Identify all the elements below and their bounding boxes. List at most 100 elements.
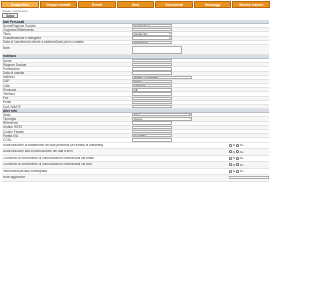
field-value: Attivo <box>132 113 269 117</box>
select-field[interactable] <box>132 36 172 40</box>
field-value: GE <box>132 88 269 92</box>
select-field[interactable]: Gentile Sig. <box>132 32 172 36</box>
radio-no[interactable] <box>236 150 239 154</box>
tab-messaggi[interactable]: Messaggi <box>193 1 232 8</box>
consent-options: Si No <box>229 163 269 167</box>
form-row: Note <box>2 44 269 55</box>
tab-eventi[interactable]: Eventi <box>78 1 116 8</box>
field-value <box>132 104 269 109</box>
field-value <box>132 28 269 32</box>
text-input[interactable]: 01234567 <box>132 134 172 138</box>
radio-si[interactable] <box>229 156 232 160</box>
field-value <box>132 125 269 130</box>
field-label: Note <box>3 45 10 50</box>
textarea-field[interactable] <box>132 45 182 54</box>
text-input[interactable]: Zucchi Marco <box>132 23 172 28</box>
field-value <box>132 121 269 125</box>
field-value: 16128 <box>132 79 269 84</box>
consent-rows: Autorizzazione al trattamento dei dati p… <box>2 143 269 182</box>
field-value <box>132 92 269 96</box>
radio-no[interactable] <box>236 143 239 147</box>
field-value: 29/04/2013 <box>132 40 269 45</box>
radio-label: Si <box>232 169 236 174</box>
text-input[interactable] <box>132 121 172 125</box>
text-input[interactable]: GENOVA <box>132 83 172 88</box>
tab-documenti[interactable]: Documenti <box>155 1 193 8</box>
radio-no[interactable] <box>236 169 239 173</box>
text-input[interactable] <box>132 92 172 96</box>
consent-options <box>229 176 269 180</box>
field-value <box>132 45 269 54</box>
field-value: Cliente <box>132 117 269 121</box>
field-value <box>132 67 269 71</box>
text-input[interactable]: Strada ...e Mirabilia <box>132 75 192 79</box>
text-input[interactable] <box>132 63 172 67</box>
consent-label: Consenso al ricevimento di comunicazioni… <box>3 156 94 160</box>
tab-bar: Anagrafica Gruppi contatti Eventi Sms Do… <box>1 1 271 8</box>
consent-options: Si No <box>229 143 269 147</box>
radio-label: Si <box>232 156 236 161</box>
address-rows: Nome Ragione Sociale Professione Data di na… <box>2 58 269 110</box>
radio-label: No <box>239 156 244 161</box>
consent-options: Si No <box>229 150 269 154</box>
consent-label: Note aggiuntive <box>3 176 26 180</box>
text-input[interactable] <box>132 129 172 134</box>
field-label: CCNL <box>3 137 12 142</box>
text-input[interactable] <box>132 67 172 71</box>
text-input[interactable] <box>132 58 172 63</box>
text-input[interactable]: 16128 <box>132 79 172 84</box>
text-input[interactable] <box>132 125 172 130</box>
radio-no[interactable] <box>236 156 239 160</box>
text-input[interactable]: 29/04/2013 <box>132 40 172 45</box>
tab-gruppi[interactable]: Gruppi contatti <box>39 1 78 8</box>
radio-si[interactable] <box>229 163 232 167</box>
consent-label: Consenso al ricevimento di comunicazioni… <box>3 163 92 167</box>
notes-input[interactable] <box>229 176 269 180</box>
field-value: 01234567 <box>132 134 269 138</box>
text-input[interactable] <box>132 138 172 142</box>
contact-form: Dati Personali Nome/Ragione Sociale Zucch… <box>2 20 269 182</box>
radio-label: No <box>239 162 244 167</box>
field-value: GENOVA <box>132 83 269 88</box>
field-value <box>132 129 269 134</box>
text-input[interactable] <box>132 96 172 100</box>
field-value <box>132 36 269 40</box>
select-field[interactable]: Cliente <box>132 117 192 121</box>
radio-label: No <box>239 149 244 154</box>
radio-si[interactable] <box>229 169 232 173</box>
field-value: Gentile Sig. <box>132 32 269 36</box>
consent-options: Si No <box>229 156 269 160</box>
tab-storico[interactable]: Storico interno <box>232 1 271 8</box>
radio-label: Si <box>232 162 236 167</box>
text-input[interactable] <box>132 71 172 75</box>
tab-anagrafica[interactable]: Anagrafica <box>1 1 39 8</box>
tab-sms[interactable]: Sms <box>116 1 155 8</box>
consent-row: Note aggiuntive <box>2 175 269 182</box>
consent-label: Autorizzazione al trattamento dei dati p… <box>3 143 104 147</box>
radio-si[interactable] <box>229 143 232 147</box>
select-field[interactable]: Attivo <box>132 113 192 117</box>
field-value <box>132 58 269 63</box>
text-input[interactable] <box>132 100 172 105</box>
text-input[interactable]: GE <box>132 88 172 92</box>
radio-si[interactable] <box>229 150 232 154</box>
misc-rows: StatoAttivoTipologiaClienteReferenzaCodi… <box>2 113 269 143</box>
field-value <box>132 138 269 142</box>
consent-options: Si No <box>229 169 269 173</box>
radio-label: No <box>239 143 244 148</box>
field-value: Strada ...e Mirabilia <box>132 75 269 79</box>
personal-rows: Nome/Ragione Sociale Zucchi Marco Cognome/… <box>2 24 269 55</box>
field-label: Cod. IVA/CF <box>3 104 21 109</box>
consent-label: Autorizzazione alla comunicazione dei da… <box>3 150 73 154</box>
field-value: Zucchi Marco <box>132 23 269 28</box>
field-value <box>132 96 269 100</box>
save-button[interactable]: Salva <box>2 13 18 18</box>
radio-label: Si <box>232 149 236 154</box>
radio-label: Si <box>232 143 236 148</box>
toolbar: Salva <box>2 13 18 19</box>
text-input[interactable] <box>132 104 172 109</box>
consent-label: Informativa privacy consegnata <box>3 169 48 173</box>
text-input[interactable] <box>132 28 172 32</box>
radio-no[interactable] <box>236 163 239 167</box>
field-label: Data di inserimento cliente a sistema/Da… <box>3 40 84 45</box>
